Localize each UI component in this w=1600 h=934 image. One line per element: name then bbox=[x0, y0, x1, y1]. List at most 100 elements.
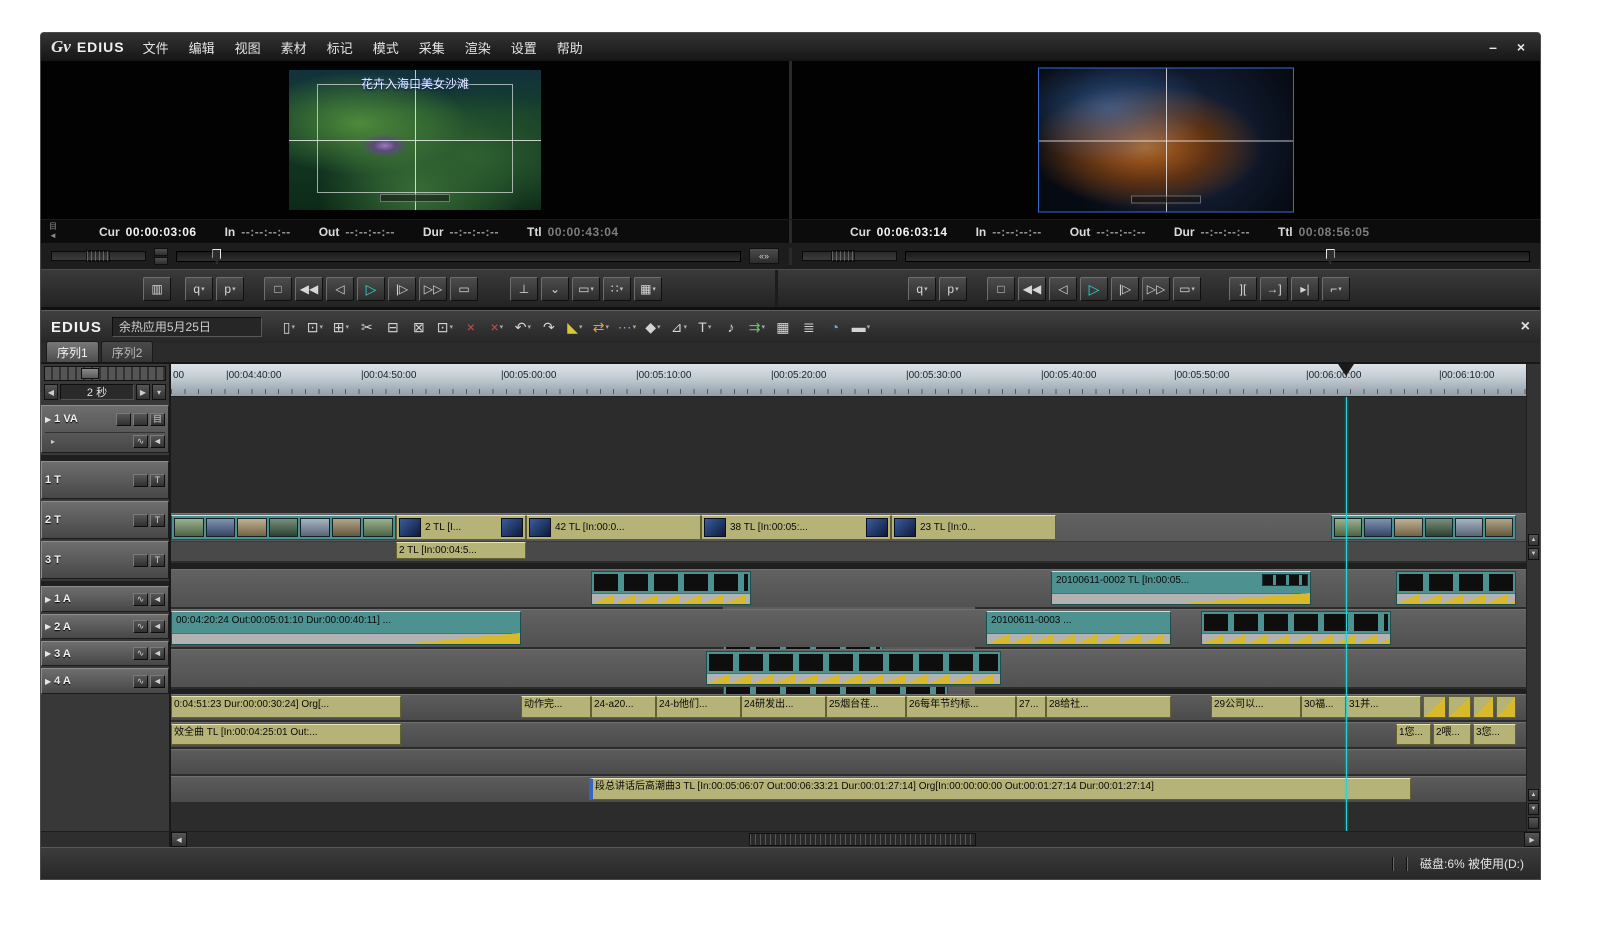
timeline-clip[interactable] bbox=[1423, 696, 1446, 718]
audio-mixer-icon[interactable]: ≣ bbox=[798, 315, 820, 339]
timeline-clip[interactable]: 效全曲 TL [In:00:04:25:01 Out:... bbox=[171, 724, 401, 745]
replace-clip-button[interactable]: ▭▾ bbox=[572, 277, 600, 301]
timeline-clip[interactable]: 动作完... bbox=[521, 696, 591, 718]
hscroll-thumb[interactable] bbox=[749, 833, 976, 846]
minimize-button[interactable]: – bbox=[1484, 39, 1502, 55]
expand-arrow-icon[interactable]: ▸ bbox=[51, 437, 55, 446]
timeline-clip[interactable]: 24研发出... bbox=[741, 696, 826, 718]
menu-item-0[interactable]: 文件 bbox=[143, 38, 169, 57]
timeline-clip[interactable]: 30福... bbox=[1301, 696, 1346, 718]
speed-icon[interactable]: ⇄▾ bbox=[590, 315, 612, 339]
scroll-right-button[interactable]: ▶ bbox=[1524, 832, 1540, 847]
track-va1-header[interactable]: ▶1 VA目▸∿◄ bbox=[41, 405, 169, 453]
track-a1-header[interactable]: ▶1 A∿◄ bbox=[41, 586, 169, 612]
timeline-clip[interactable] bbox=[706, 651, 1001, 685]
timeline-clip[interactable] bbox=[1473, 696, 1494, 718]
track-t3-lane[interactable] bbox=[171, 649, 1526, 687]
speaker-icon[interactable]: ◄ bbox=[150, 647, 165, 660]
timeline-close-button[interactable]: × bbox=[1521, 318, 1530, 336]
menu-item-4[interactable]: 标记 bbox=[327, 38, 353, 57]
timeline-clip[interactable]: 24-b他们... bbox=[656, 696, 741, 718]
step-back-button[interactable]: ◁ bbox=[1049, 277, 1077, 301]
volume-thumb[interactable] bbox=[831, 250, 855, 262]
mark-in-button[interactable]: q▾ bbox=[185, 277, 213, 301]
expand-arrow-icon[interactable]: ▶ bbox=[45, 415, 51, 424]
player-volume-slider[interactable] bbox=[51, 251, 146, 261]
expand-arrow-icon[interactable]: ▶ bbox=[45, 622, 51, 631]
expand-arrow-icon[interactable]: ▶ bbox=[45, 595, 51, 604]
marker-icon[interactable]: ◆▾ bbox=[642, 315, 664, 339]
title-track-icon[interactable]: T bbox=[150, 474, 165, 487]
export-file-icon[interactable]: ⇉▾ bbox=[746, 315, 768, 339]
multicam-button[interactable]: ∷▾ bbox=[603, 277, 631, 301]
waveform-icon[interactable]: ∿ bbox=[133, 675, 148, 688]
menu-item-8[interactable]: 设置 bbox=[511, 38, 537, 57]
track-t1-lane[interactable]: 20100611-0002 TL [In:00:05... bbox=[171, 569, 1526, 607]
stop-button[interactable]: □ bbox=[264, 277, 292, 301]
sequence-tab-2[interactable]: 序列2 bbox=[101, 341, 154, 362]
step-forward-button[interactable]: |▷ bbox=[388, 277, 416, 301]
sync-icon[interactable] bbox=[133, 413, 148, 426]
visibility-icon[interactable]: 目 bbox=[150, 413, 165, 426]
recorder-volume-slider[interactable] bbox=[802, 251, 897, 261]
expand-arrow-icon[interactable]: ▶ bbox=[45, 677, 51, 686]
scroll-up-button[interactable]: ▲ bbox=[1528, 534, 1539, 546]
scroll-up-button[interactable]: ▲ bbox=[1528, 789, 1539, 801]
menu-item-6[interactable]: 采集 bbox=[419, 38, 445, 57]
timeline-scale-slider[interactable] bbox=[44, 366, 166, 381]
zoom-out-button[interactable]: ◀ bbox=[44, 384, 58, 400]
rewind-button[interactable]: ◀◀ bbox=[295, 277, 323, 301]
menu-item-3[interactable]: 素材 bbox=[281, 38, 307, 57]
timeline-clip[interactable]: 1您... bbox=[1396, 724, 1431, 745]
close-button[interactable]: × bbox=[1512, 39, 1530, 55]
add-transition-icon[interactable]: ◣▾ bbox=[564, 315, 586, 339]
title-track-icon[interactable]: T bbox=[150, 554, 165, 567]
timeline-clip[interactable] bbox=[1396, 571, 1516, 605]
hscroll-track[interactable] bbox=[187, 832, 1524, 847]
mark-out-button[interactable]: p▾ bbox=[939, 277, 967, 301]
fast-forward-button[interactable]: ▷▷ bbox=[419, 277, 447, 301]
scroll-down-button[interactable]: ▼ bbox=[1528, 803, 1539, 815]
waveform-icon[interactable]: ∿ bbox=[133, 435, 148, 448]
text-title-icon[interactable]: T▾ bbox=[694, 315, 716, 339]
menu-item-5[interactable]: 模式 bbox=[373, 38, 399, 57]
recorder-position-handle[interactable] bbox=[1326, 249, 1335, 264]
sequence-tab-1[interactable]: 序列1 bbox=[46, 341, 99, 362]
timeline-clip[interactable]: 2 TL [I... bbox=[396, 515, 526, 540]
sequence-title-box[interactable]: 余热应用5月25日 bbox=[112, 317, 262, 337]
speaker-icon[interactable]: ◄ bbox=[150, 675, 165, 688]
speaker-icon[interactable]: ◄ bbox=[150, 620, 165, 633]
step-back-button[interactable]: ◁ bbox=[326, 277, 354, 301]
delete-icon[interactable]: × bbox=[460, 315, 482, 339]
player-monitor[interactable]: 花卉入海口美女沙滩 bbox=[41, 61, 792, 219]
ripple-delete-icon[interactable]: ×▾ bbox=[486, 315, 508, 339]
speaker-icon[interactable]: ◄ bbox=[150, 593, 165, 606]
timeline-clip[interactable]: 31并... bbox=[1346, 696, 1421, 718]
step-forward-button[interactable]: |▷ bbox=[1111, 277, 1139, 301]
track-t1-header[interactable]: 1 TT bbox=[41, 461, 169, 499]
timeline-clip[interactable]: 38 TL [In:00:05:... bbox=[701, 515, 891, 540]
slider-mode-buttons[interactable] bbox=[154, 248, 168, 265]
lock-icon[interactable] bbox=[133, 554, 148, 567]
track-a4-header[interactable]: ▶4 A∿◄ bbox=[41, 668, 169, 694]
playhead-line[interactable] bbox=[1346, 397, 1347, 831]
menu-item-9[interactable]: 帮助 bbox=[557, 38, 583, 57]
timeline-clip[interactable] bbox=[171, 515, 396, 540]
lock-icon[interactable] bbox=[133, 474, 148, 487]
insert-to-timeline-button[interactable]: ⊥ bbox=[510, 277, 538, 301]
preview-monitor-icon[interactable]: ▬▾ bbox=[850, 315, 872, 339]
scroll-left-button[interactable]: ◀ bbox=[171, 832, 187, 847]
menu-item-2[interactable]: 视图 bbox=[235, 38, 261, 57]
track-t2-lane[interactable]: 00:04:20:24 Out:00:05:01:10 Dur:00:00:40… bbox=[171, 609, 1526, 647]
title-track-icon[interactable]: T bbox=[150, 514, 165, 527]
scroll-thumb[interactable] bbox=[1528, 817, 1539, 829]
timeline-clip[interactable]: 26每年节约标... bbox=[906, 696, 1016, 718]
mark-in-button[interactable]: q▾ bbox=[908, 277, 936, 301]
timeline-clip[interactable]: 0:04:51:23 Dur:00:00:30:24] Org[... bbox=[171, 696, 401, 718]
voice-over-icon[interactable]: ♪ bbox=[720, 315, 742, 339]
open-icon[interactable]: ⊡▾ bbox=[304, 315, 326, 339]
timeline-clip[interactable]: 24-a20... bbox=[591, 696, 656, 718]
timeline-clip[interactable]: 23 TL [In:0... bbox=[891, 515, 1056, 540]
recorder-monitor[interactable] bbox=[792, 61, 1540, 219]
track-a3-lane[interactable] bbox=[171, 749, 1526, 774]
